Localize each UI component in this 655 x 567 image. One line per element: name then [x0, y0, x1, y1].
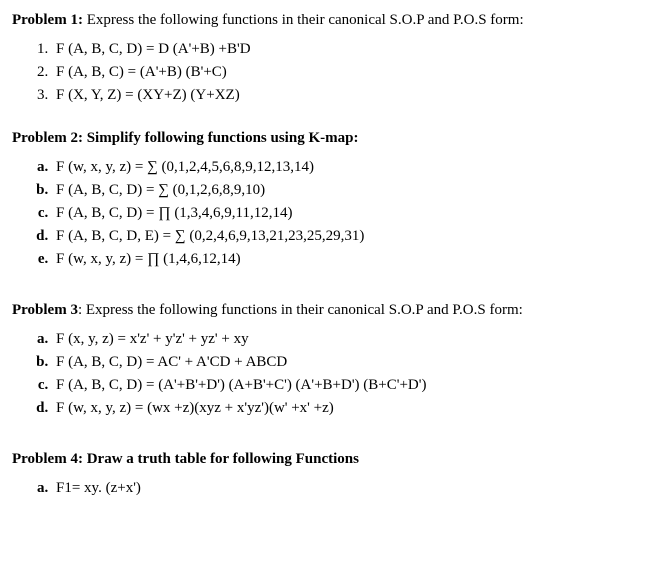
- list-item: F (A, B, C, D, E) = ∑ (0,2,4,6,9,13,21,2…: [52, 226, 643, 247]
- problem-4: Problem 4: Draw a truth table for follow…: [12, 449, 643, 499]
- list-item-text: F (A, B, C, D) = ∑ (0,1,2,6,8,9,10): [56, 182, 265, 198]
- list-item-text: F (w, x, y, z) = ∑ (0,1,2,4,5,6,8,9,12,1…: [56, 159, 314, 175]
- list-item: F (A, B, C, D) = ∏ (1,3,4,6,9,11,12,14): [52, 203, 643, 224]
- list-item-text: F (A, B, C, D) = AC' + A'CD + ABCD: [56, 354, 287, 370]
- list-item-text: F (A, B, C) = (A'+B) (B'+C): [56, 64, 227, 80]
- problem-2-desc: Simplify following functions using K-map…: [83, 130, 358, 146]
- problem-4-desc: Draw a truth table for following Functio…: [83, 451, 359, 467]
- list-item: F (A, B, C) = (A'+B) (B'+C): [52, 62, 643, 83]
- problem-2: Problem 2: Simplify following functions …: [12, 128, 643, 270]
- list-item: F (w, x, y, z) = ∑ (0,1,2,4,5,6,8,9,12,1…: [52, 157, 643, 178]
- list-item-text: F (w, x, y, z) = (wx +z)(xyz + x'yz')(w'…: [56, 400, 334, 416]
- list-item-text: F (A, B, C, D) = ∏ (1,3,4,6,9,11,12,14): [56, 205, 293, 221]
- problem-1: Problem 1: Express the following functio…: [12, 10, 643, 106]
- list-item: F (x, y, z) = x'z' + y'z' + yz' + xy: [52, 329, 643, 350]
- list-item-text: F (X, Y, Z) = (XY+Z) (Y+XZ): [56, 87, 240, 103]
- problem-3-title: Problem 3: [12, 302, 78, 318]
- list-item-text: F1= xy. (z+x'): [56, 480, 141, 496]
- list-item-text: F (A, B, C, D) = (A'+B'+D') (A+B'+C') (A…: [56, 377, 426, 393]
- list-item: F (w, x, y, z) = ∏ (1,4,6,12,14): [52, 249, 643, 270]
- list-item: F (X, Y, Z) = (XY+Z) (Y+XZ): [52, 85, 643, 106]
- list-item: F (A, B, C, D) = D (A'+B) +B'D: [52, 39, 643, 60]
- list-item: F (A, B, C, D) = (A'+B'+D') (A+B'+C') (A…: [52, 375, 643, 396]
- list-item: F (w, x, y, z) = (wx +z)(xyz + x'yz')(w'…: [52, 398, 643, 419]
- list-item: F (A, B, C, D) = AC' + A'CD + ABCD: [52, 352, 643, 373]
- problem-1-desc: Express the following functions in their…: [83, 12, 524, 28]
- problem-2-list: F (w, x, y, z) = ∑ (0,1,2,4,5,6,8,9,12,1…: [52, 157, 643, 270]
- problem-1-title: Problem 1:: [12, 12, 83, 28]
- problem-4-title: Problem 4:: [12, 451, 83, 467]
- problem-3-desc: : Express the following functions in the…: [78, 302, 523, 318]
- problem-3: Problem 3: Express the following functio…: [12, 300, 643, 419]
- problem-3-list: F (x, y, z) = x'z' + y'z' + yz' + xy F (…: [52, 329, 643, 419]
- list-item-text: F (w, x, y, z) = ∏ (1,4,6,12,14): [56, 251, 241, 267]
- list-item-text: F (A, B, C, D, E) = ∑ (0,2,4,6,9,13,21,2…: [56, 228, 364, 244]
- list-item-text: F (x, y, z) = x'z' + y'z' + yz' + xy: [56, 331, 249, 347]
- problem-1-list: F (A, B, C, D) = D (A'+B) +B'D F (A, B, …: [52, 39, 643, 106]
- list-item: F1= xy. (z+x'): [52, 478, 643, 499]
- problem-2-title: Problem 2:: [12, 130, 83, 146]
- list-item: F (A, B, C, D) = ∑ (0,1,2,6,8,9,10): [52, 180, 643, 201]
- problem-4-list: F1= xy. (z+x'): [52, 478, 643, 499]
- list-item-text: F (A, B, C, D) = D (A'+B) +B'D: [56, 41, 251, 57]
